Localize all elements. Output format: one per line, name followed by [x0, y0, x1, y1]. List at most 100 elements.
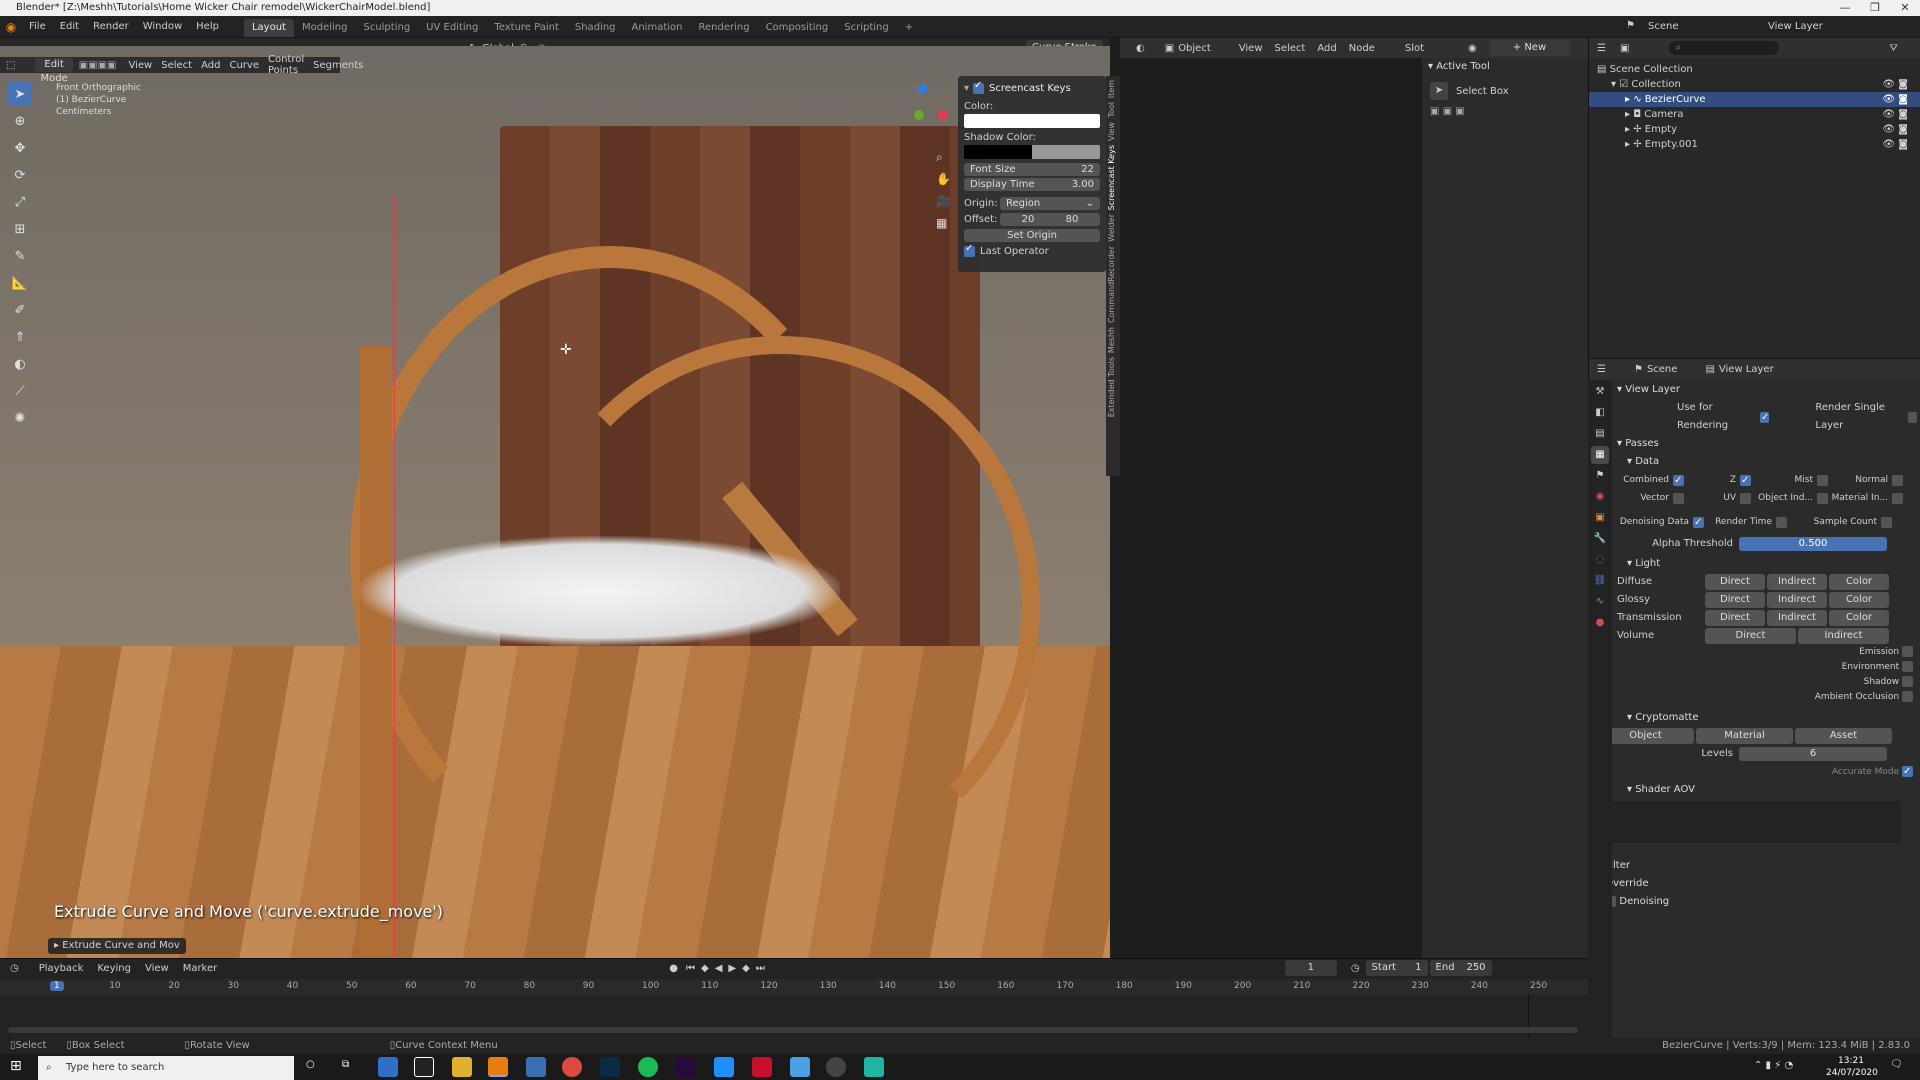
sidebar-tab-meshh[interactable]: Meshh [1107, 327, 1116, 353]
viewport-menu-curve[interactable]: Curve [229, 60, 259, 71]
jump-end-icon[interactable]: ⏭ [756, 963, 765, 974]
cursor-tool-icon[interactable]: ⊕ [8, 109, 32, 133]
extrude-tool-icon[interactable]: ⇑ [8, 325, 32, 349]
diffuse-direct-button[interactable]: Direct [1705, 574, 1765, 590]
render-single-layer-checkbox[interactable] [1907, 411, 1917, 423]
tool-tab-icon[interactable]: ⚒ [1591, 383, 1609, 401]
display-time-field[interactable]: Display Time 3.00 [964, 178, 1100, 191]
workspace-tab-sculpting[interactable]: Sculpting [355, 19, 418, 37]
visibility-icon[interactable]: 👁 ◙ [1882, 122, 1908, 137]
navigation-gizmo[interactable] [896, 84, 952, 140]
modifier-tab-icon[interactable]: 🔧 [1591, 530, 1609, 548]
new-material-button[interactable]: + New [1488, 40, 1571, 56]
gizmo-y-icon[interactable] [914, 110, 924, 120]
workspace-tab-animation[interactable]: Animation [624, 19, 691, 37]
measure-tool-icon[interactable]: 📐 [8, 271, 32, 295]
set-origin-button[interactable]: Set Origin [964, 229, 1100, 242]
active-tool-section[interactable]: ▾ Active Tool [1422, 58, 1588, 76]
blender-logo-icon[interactable]: ◉ [0, 20, 22, 34]
outliner-search-input[interactable]: ⌕ [1669, 41, 1780, 55]
app-icon-3[interactable] [714, 1057, 734, 1077]
ambient-occlusion-row[interactable]: Ambient Occlusion [1617, 690, 1913, 705]
shader-aov-section[interactable]: ▾ Shader AOV [1617, 781, 1917, 799]
outliner-item-empty-001[interactable]: ▸ ✢ Empty.001 👁 ◙ [1597, 137, 1920, 152]
scene-selector[interactable]: Scene [1648, 16, 1679, 38]
select-mode-icons[interactable]: ▣▣▣▣ [79, 60, 117, 71]
cryptomatte-asset-button[interactable]: Asset [1795, 728, 1892, 744]
record-icon[interactable]: ● [669, 963, 678, 974]
draw-tool-icon[interactable]: ✐ [8, 298, 32, 322]
properties-type-icon[interactable]: ☰ [1597, 364, 1606, 375]
add-workspace-icon[interactable]: + [897, 19, 921, 37]
viewport-menu-select[interactable]: Select [161, 60, 192, 71]
bezier-curve-line[interactable] [394, 196, 395, 956]
task-view-icon[interactable]: ⧉ [342, 1059, 349, 1070]
gizmo-x-icon[interactable] [938, 110, 948, 120]
origin-dropdown[interactable]: Region ⌄ [1000, 197, 1100, 210]
font-size-field[interactable]: Font Size 22 [964, 163, 1100, 176]
normal-checkbox[interactable] [1892, 474, 1903, 486]
denoising-data-checkbox[interactable] [1693, 514, 1704, 532]
node-menu-view[interactable]: View [1239, 43, 1263, 54]
transmission-direct-button[interactable]: Direct [1705, 610, 1765, 626]
taskbar-clock[interactable]: 13:21 24/07/2020 [1826, 1055, 1878, 1079]
world-tab-icon[interactable]: ◉ [1591, 488, 1609, 506]
display-mode-icon[interactable]: ▣ [1620, 43, 1629, 54]
start-frame-field[interactable]: Start 1 [1365, 960, 1428, 976]
sample-count-checkbox[interactable] [1881, 516, 1892, 528]
file-explorer-icon[interactable] [452, 1057, 472, 1077]
next-keyframe-icon[interactable]: ◆ [742, 963, 750, 974]
viewport-menu-add[interactable]: Add [201, 60, 220, 71]
workspace-tab-uv-editing[interactable]: UV Editing [418, 19, 486, 37]
app-icon-5[interactable] [864, 1057, 884, 1077]
sidebar-tab-view[interactable]: View [1107, 122, 1116, 141]
viewport-menu-segments[interactable]: Segments [313, 60, 363, 71]
last-operator-checkbox[interactable] [964, 243, 975, 257]
glossy-direct-button[interactable]: Direct [1705, 592, 1765, 608]
node-editor-type-icon[interactable]: ◐ [1136, 43, 1145, 54]
workspace-tab-scripting[interactable]: Scripting [836, 19, 896, 37]
glossy-indirect-button[interactable]: Indirect [1767, 592, 1827, 608]
sidebar-tab-tool[interactable]: Tool [1107, 102, 1116, 118]
override-section[interactable]: ▸ Override [1597, 875, 1917, 893]
mode-dropdown[interactable]: Edit Mode [35, 58, 73, 84]
menu-window[interactable]: Window [136, 16, 189, 38]
zoom-icon[interactable]: ⌕ [936, 146, 951, 168]
editor-type-icon[interactable]: ⬚ [6, 60, 15, 71]
object-dropdown[interactable]: Object [1178, 43, 1211, 54]
camera-view-icon[interactable]: 🎥 [936, 190, 951, 212]
mist-checkbox[interactable] [1817, 474, 1828, 486]
slot-dropdown[interactable]: Slot [1405, 43, 1424, 54]
viewport-menu-view[interactable]: View [129, 60, 153, 71]
visibility-icon[interactable]: 👁 ◙ [1882, 137, 1908, 152]
move-tool-icon[interactable]: ✥ [8, 136, 32, 160]
annotate-tool-icon[interactable]: ✎ [8, 244, 32, 268]
workspace-tab-compositing[interactable]: Compositing [758, 19, 837, 37]
outliner-item-camera[interactable]: ▸ ◘ Camera 👁 ◙ [1597, 107, 1920, 122]
prev-keyframe-icon[interactable]: ◆ [701, 963, 709, 974]
scale-tool-icon[interactable]: ⤢ [8, 190, 32, 214]
node-menu-select[interactable]: Select [1275, 43, 1306, 54]
view-layer-tab-icon[interactable]: ▦ [1591, 446, 1609, 464]
last-operator-panel[interactable]: ▸ Extrude Curve and Mov [48, 938, 186, 954]
transmission-indirect-button[interactable]: Indirect [1767, 610, 1827, 626]
play-icon[interactable]: ▶ [728, 963, 736, 974]
workspace-tab-rendering[interactable]: Rendering [690, 19, 757, 37]
end-frame-field[interactable]: End 250 [1429, 960, 1492, 976]
shadow-row[interactable]: Shadow [1617, 675, 1913, 690]
workspace-tab-texture-paint[interactable]: Texture Paint [486, 19, 567, 37]
volume-indirect-button[interactable]: Indirect [1798, 628, 1889, 644]
timeline-menu-marker[interactable]: Marker [183, 963, 218, 974]
play-reverse-icon[interactable]: ◀ [715, 963, 723, 974]
shader-aov-list[interactable] [1605, 801, 1901, 843]
environment-row[interactable]: Environment [1617, 660, 1913, 675]
render-time-checkbox[interactable] [1776, 516, 1787, 528]
photos-icon[interactable] [790, 1057, 810, 1077]
notifications-icon[interactable]: 🗨 [1890, 1059, 1903, 1070]
physics-tab-icon[interactable]: ◌ [1591, 551, 1609, 569]
diffuse-indirect-button[interactable]: Indirect [1767, 574, 1827, 590]
scene-collection-row[interactable]: ▤ Scene Collection [1597, 62, 1920, 77]
menu-edit[interactable]: Edit [53, 16, 86, 38]
diffuse-color-button[interactable]: Color [1829, 574, 1889, 590]
data-section[interactable]: ▾ Data [1617, 453, 1917, 471]
